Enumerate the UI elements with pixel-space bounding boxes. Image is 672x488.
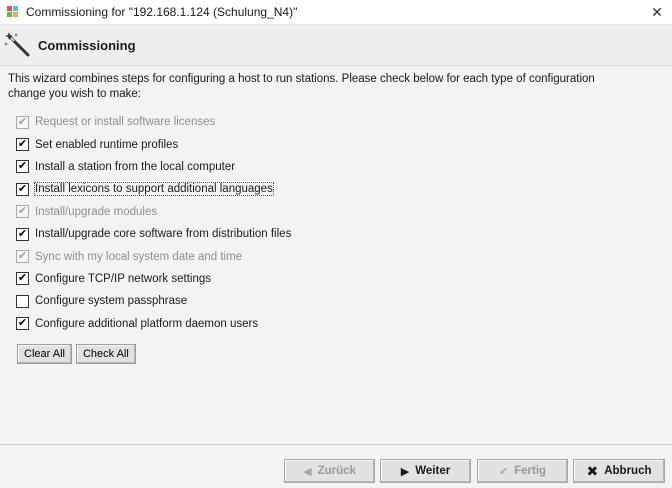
close-icon[interactable]: ✕ bbox=[642, 0, 672, 24]
option-label: Configure TCP/IP network settings bbox=[35, 272, 211, 285]
option-label: Install lexicons to support additional l… bbox=[34, 182, 274, 197]
option-label: Install a station from the local compute… bbox=[35, 160, 236, 173]
option-label: Install/upgrade core software from distr… bbox=[35, 228, 292, 241]
selection-button-row: Clear All Check All bbox=[17, 344, 136, 364]
option-upgrade-modules: ✔ Install/upgrade modules bbox=[16, 201, 616, 223]
next-button-label: Weiter bbox=[415, 465, 451, 477]
back-arrow-icon: ◀ bbox=[303, 465, 312, 478]
cancel-x-icon: ✖ bbox=[586, 462, 599, 479]
option-label: Set enabled runtime profiles bbox=[35, 138, 179, 151]
finish-button[interactable]: ✔ Fertig bbox=[477, 459, 568, 483]
cancel-button[interactable]: ✖ Abbruch bbox=[573, 459, 665, 483]
option-request-licenses: ✔ Request or install software licenses bbox=[16, 111, 616, 133]
magic-wand-icon bbox=[4, 32, 30, 57]
wizard-content: This wizard combines steps for configuri… bbox=[0, 66, 672, 444]
cancel-button-label: Abbruch bbox=[604, 465, 652, 477]
window-titlebar: Commissioning for "192.168.1.124 (Schulu… bbox=[0, 0, 672, 25]
checkmark-icon: ✔ bbox=[498, 465, 509, 478]
option-install-station[interactable]: ✔ Install a station from the local compu… bbox=[16, 156, 616, 178]
window-title: Commissioning for "192.168.1.124 (Schulu… bbox=[26, 5, 298, 19]
check-all-button[interactable]: Check All bbox=[75, 344, 136, 364]
option-runtime-profiles[interactable]: ✔ Set enabled runtime profiles bbox=[16, 133, 616, 155]
checkbox[interactable]: ✔ bbox=[16, 138, 29, 152]
checkbox[interactable]: ✔ bbox=[16, 272, 29, 286]
option-label: Request or install software licenses bbox=[35, 116, 216, 129]
app-logo-icon bbox=[7, 6, 19, 18]
forward-arrow-icon: ▶ bbox=[400, 465, 410, 478]
option-label: Configure additional platform daemon use… bbox=[35, 317, 259, 330]
option-label: Install/upgrade modules bbox=[35, 205, 158, 218]
checkbox: ✔ bbox=[16, 205, 29, 219]
intro-text: This wizard combines steps for configuri… bbox=[8, 72, 608, 102]
wizard-header: Commissioning bbox=[0, 25, 672, 66]
option-tcpip-settings[interactable]: ✔ Configure TCP/IP network settings bbox=[16, 268, 616, 290]
option-system-passphrase[interactable]: Configure system passphrase bbox=[16, 290, 616, 312]
option-label: Sync with my local system date and time bbox=[35, 250, 243, 263]
option-label: Configure system passphrase bbox=[35, 295, 188, 308]
checkbox: ✔ bbox=[16, 115, 29, 129]
finish-button-label: Fertig bbox=[514, 465, 547, 477]
option-install-lexicons[interactable]: ✔ Install lexicons to support additional… bbox=[16, 178, 616, 200]
page-title: Commissioning bbox=[38, 37, 136, 53]
intro-line-1: This wizard combines steps for configuri… bbox=[8, 73, 595, 85]
checkbox[interactable]: ✔ bbox=[16, 317, 29, 331]
back-button[interactable]: ◀ Zurück bbox=[284, 459, 375, 483]
checkbox[interactable]: ✔ bbox=[16, 160, 29, 174]
options-list: ✔ Request or install software licenses ✔… bbox=[16, 111, 616, 335]
option-upgrade-core-software[interactable]: ✔ Install/upgrade core software from dis… bbox=[16, 223, 616, 245]
option-sync-date-time: ✔ Sync with my local system date and tim… bbox=[16, 245, 616, 267]
intro-line-2: change you wish to make: bbox=[8, 88, 141, 100]
checkbox[interactable]: ✔ bbox=[16, 227, 29, 241]
checkbox[interactable]: ✔ bbox=[16, 182, 29, 196]
checkbox: ✔ bbox=[16, 250, 29, 264]
wizard-footer: ◀ Zurück ▶ Weiter ✔ Fertig ✖ Abbruch bbox=[0, 444, 672, 488]
back-button-label: Zurück bbox=[317, 465, 356, 477]
clear-all-button[interactable]: Clear All bbox=[17, 344, 72, 364]
next-button[interactable]: ▶ Weiter bbox=[380, 459, 471, 483]
option-daemon-users[interactable]: ✔ Configure additional platform daemon u… bbox=[16, 313, 616, 335]
checkbox[interactable] bbox=[16, 294, 29, 308]
